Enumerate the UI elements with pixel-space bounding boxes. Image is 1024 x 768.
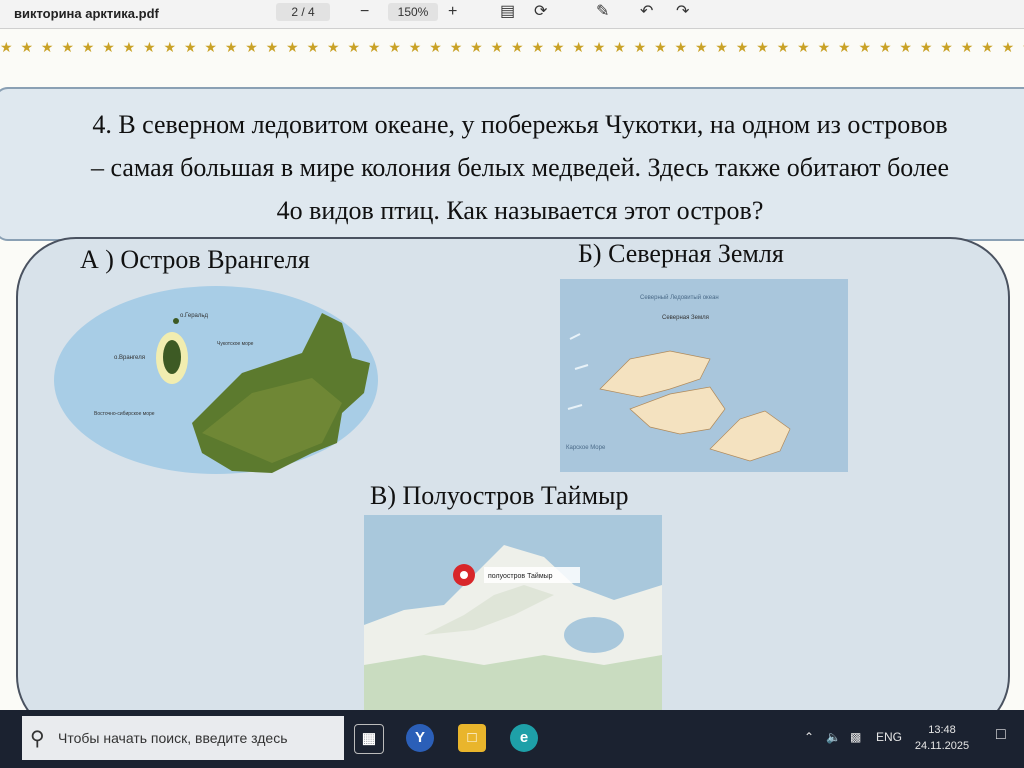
page-view-icon[interactable]: ▤ bbox=[500, 2, 515, 22]
file-explorer-icon[interactable]: □ bbox=[458, 724, 486, 752]
map-label-chukchi-sea: Чукотское море bbox=[217, 341, 254, 347]
clock-time: 13:48 bbox=[928, 724, 956, 736]
clock-date: 24.11.2025 bbox=[914, 740, 970, 752]
zoom-level[interactable]: 150% bbox=[388, 3, 438, 21]
redo-icon[interactable]: ↷ bbox=[676, 2, 689, 22]
map-label-kara-sea: Карское Море bbox=[566, 445, 606, 451]
question-line-2: – самая большая в мире колония белых мед… bbox=[90, 153, 950, 182]
decorative-star-border: ★ ★ ★ ★ ★ ★ ★ ★ ★ ★ ★ ★ ★ ★ ★ ★ ★ ★ ★ ★ … bbox=[0, 39, 1024, 55]
question-line-3: 4о видов птиц. Как называется этот остро… bbox=[276, 196, 764, 225]
undo-icon[interactable]: ↶ bbox=[640, 2, 653, 22]
taskbar: ⚲ Чтобы начать поиск, введите здесь ▦ Y … bbox=[0, 710, 1024, 768]
pdf-toolbar: викторина арктика.pdf 2 / 4 − 150% + ▤ ⟳… bbox=[0, 0, 1024, 29]
show-hidden-icons-icon[interactable]: ⌃ bbox=[804, 730, 814, 744]
task-view-icon[interactable]: ▦ bbox=[354, 724, 384, 754]
map-label-east-siberian-sea: Восточно-сибирское море bbox=[94, 411, 155, 417]
language-indicator[interactable]: ENG bbox=[876, 730, 902, 744]
search-placeholder[interactable]: Чтобы начать поиск, введите здесь bbox=[58, 730, 288, 746]
pdf-page: ★ ★ ★ ★ ★ ★ ★ ★ ★ ★ ★ ★ ★ ★ ★ ★ ★ ★ ★ ★ … bbox=[0, 29, 1024, 710]
option-b-label: Б) Северная Земля bbox=[578, 239, 784, 268]
map-label-wrangel: о.Врангеля bbox=[114, 355, 145, 361]
wrangel-island-map: о.Геральд о.Врангеля Чукотское море Вост… bbox=[54, 286, 378, 474]
rotate-icon[interactable]: ⟳ bbox=[534, 2, 547, 22]
taymyr-peninsula-map: полуостров Таймыр bbox=[364, 515, 662, 710]
taskbar-search-box[interactable]: ⚲ Чтобы начать поиск, введите здесь bbox=[22, 716, 344, 760]
zoom-out-button[interactable]: − bbox=[360, 2, 369, 22]
search-icon: ⚲ bbox=[30, 728, 45, 750]
question-text: 4. В северном ледовитом океане, у побере… bbox=[20, 103, 1020, 232]
severnaya-zemlya-map: Северный Ледовитый океан Северная Земля … bbox=[560, 279, 848, 472]
map-label-severnaya-zemlya: Северная Земля bbox=[662, 315, 709, 321]
zoom-in-button[interactable]: + bbox=[448, 2, 457, 22]
question-line-1: 4. В северном ледовитом океане, у побере… bbox=[92, 110, 948, 139]
notifications-icon[interactable]: □ bbox=[996, 726, 1006, 744]
edge-browser-icon[interactable]: e bbox=[510, 724, 538, 752]
volume-icon[interactable]: 🔈 bbox=[826, 730, 841, 744]
map-label-taymyr: полуостров Таймыр bbox=[488, 572, 553, 580]
option-c-label: В) Полуостров Таймыр bbox=[370, 481, 629, 510]
map-label-arctic-ocean: Северный Ледовитый океан bbox=[640, 294, 719, 301]
page-indicator[interactable]: 2 / 4 bbox=[276, 3, 330, 21]
system-clock[interactable]: 13:48 24.11.2025 bbox=[912, 722, 972, 754]
network-icon[interactable]: ▩ bbox=[850, 730, 861, 744]
draw-icon[interactable]: ✎ bbox=[596, 2, 609, 22]
map-label-herald: о.Геральд bbox=[180, 313, 208, 319]
yandex-browser-icon[interactable]: Y bbox=[406, 724, 434, 752]
document-title: викторина арктика.pdf bbox=[14, 6, 159, 21]
option-a-label: А ) Остров Врангеля bbox=[80, 245, 310, 274]
